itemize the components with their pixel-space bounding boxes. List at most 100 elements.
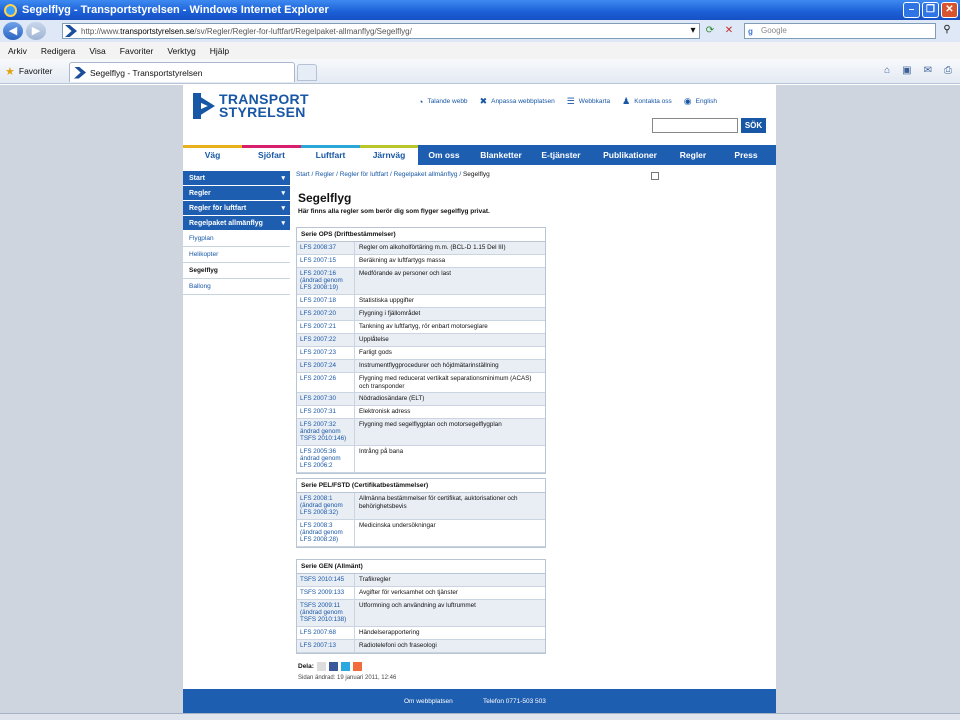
rule-code-link[interactable]: LFS 2007:24 bbox=[297, 360, 355, 372]
toplink-anpassa[interactable]: ✖ Anpassa webbplatsen bbox=[480, 96, 555, 107]
toplink-talande-webb[interactable]: ◔ Talande webb bbox=[418, 96, 468, 107]
rule-code-link[interactable]: LFS 2007:23 bbox=[297, 347, 355, 359]
table-row: LFS 2007:68 Händelserapportering bbox=[297, 627, 545, 640]
nav-blanketter[interactable]: Blanketter bbox=[470, 145, 532, 165]
nav-luftfart[interactable]: Luftfart bbox=[301, 145, 360, 165]
rule-code-link[interactable]: LFS 2008:1 (ändrad genom LFS 2008:32) bbox=[297, 493, 355, 519]
url-field[interactable]: http://www. transportstyrelsen.se/sv/Regl… bbox=[62, 23, 700, 39]
email-share-icon[interactable] bbox=[316, 662, 326, 671]
nav-vag[interactable]: Väg bbox=[183, 145, 242, 165]
menu-favoriter[interactable]: Favoriter bbox=[120, 46, 154, 56]
nav-publikationer[interactable]: Publikationer bbox=[590, 145, 670, 165]
dropdown-arrow-icon[interactable]: ▾ bbox=[686, 24, 700, 38]
rule-code-link[interactable]: LFS 2007:15 bbox=[297, 255, 355, 267]
nav-regler[interactable]: Regler bbox=[670, 145, 716, 165]
toplink-webbkarta[interactable]: ☰ Webbkarta bbox=[567, 96, 610, 107]
rule-code-link[interactable]: LFS 2007:30 bbox=[297, 393, 355, 405]
print-icon[interactable]: ⎙ bbox=[944, 65, 952, 76]
rule-code-link[interactable]: LFS 2007:21 bbox=[297, 321, 355, 333]
menu-redigera[interactable]: Redigera bbox=[41, 46, 76, 56]
rule-code-link[interactable]: LFS 2005:36 ändrad genom LFS 2006:2 bbox=[297, 446, 355, 472]
nav-sjofart[interactable]: Sjöfart bbox=[242, 145, 301, 165]
page-viewport: TRANSPORT STYRELSEN ◔ Talande webb ✖ Anpas… bbox=[0, 85, 960, 720]
rule-code-link[interactable]: LFS 2007:26 bbox=[297, 373, 355, 392]
facebook-icon[interactable] bbox=[328, 662, 338, 671]
crumb-regelpaket[interactable]: Regelpaket allmänflyg bbox=[394, 171, 458, 178]
nav-om-oss[interactable]: Om oss bbox=[418, 145, 470, 165]
rule-code-link[interactable]: LFS 2007:68 bbox=[297, 627, 355, 639]
favorites-star-icon[interactable]: ★ bbox=[5, 65, 15, 78]
menu-arkiv[interactable]: Arkiv bbox=[8, 46, 27, 56]
favorites-button[interactable]: Favoriter bbox=[19, 66, 53, 76]
search-icon[interactable]: ⚲ bbox=[940, 24, 954, 38]
site-logo[interactable]: TRANSPORT STYRELSEN bbox=[193, 92, 309, 120]
rule-description: Upplåtelse bbox=[359, 336, 389, 343]
new-tab-button[interactable] bbox=[297, 64, 317, 81]
top-links: ◔ Talande webb ✖ Anpassa webbplatsen ☰ Webb… bbox=[418, 96, 729, 107]
back-button[interactable]: ◀ bbox=[3, 22, 23, 40]
rule-code-link[interactable]: LFS 2007:31 bbox=[297, 406, 355, 418]
rule-code-link[interactable]: LFS 2007:18 bbox=[297, 295, 355, 307]
sidebar-item-flygplan[interactable]: Flygplan bbox=[183, 231, 290, 247]
rule-description: Intrång på bana bbox=[359, 448, 404, 455]
toplink-label: Kontakta oss bbox=[634, 98, 672, 105]
rule-code-link[interactable]: TSFS 2010:145 bbox=[297, 574, 355, 586]
table-row: LFS 2007:16 (ändrad genom LFS 2008:19) Me… bbox=[297, 268, 545, 295]
crumb-start[interactable]: Start bbox=[296, 171, 310, 178]
rule-code-link[interactable]: LFS 2007:16 (ändrad genom LFS 2008:19) bbox=[297, 268, 355, 294]
rule-code-link[interactable]: LFS 2007:20 bbox=[297, 308, 355, 320]
nav-e-tjanster[interactable]: E-tjänster bbox=[532, 145, 590, 165]
rule-description: Allmänna bestämmelser för certifikat, au… bbox=[359, 495, 518, 510]
refresh-icon[interactable]: ⟳ bbox=[703, 24, 717, 38]
url-prefix: http://www. bbox=[81, 26, 121, 36]
crumb-regler[interactable]: Regler bbox=[315, 171, 334, 178]
rule-code-link[interactable]: TSFS 2009:11 (ändrad genom TSFS 2010:138… bbox=[297, 600, 355, 626]
rule-code-link[interactable]: LFS 2007:22 bbox=[297, 334, 355, 346]
rule-description: Flygning med reducerat vertikalt separat… bbox=[359, 375, 532, 390]
menu-verktyg[interactable]: Verktyg bbox=[167, 46, 195, 56]
restore-button[interactable]: ❐ bbox=[922, 2, 939, 18]
toplink-english[interactable]: ◉ English bbox=[684, 96, 717, 107]
mail-icon[interactable]: ✉ bbox=[924, 65, 932, 76]
sidebar-item-regler-luftfart[interactable]: Regler för luftfart bbox=[183, 201, 290, 216]
rule-code-link[interactable]: LFS 2007:32 ändrad genom TSFS 2010:146) bbox=[297, 419, 355, 445]
menu-visa[interactable]: Visa bbox=[89, 46, 105, 56]
sidebar-item-regelpaket[interactable]: Regelpaket allmänflyg bbox=[183, 216, 290, 231]
rule-code-link[interactable]: TSFS 2009:133 bbox=[297, 587, 355, 599]
site-search-input[interactable] bbox=[652, 118, 738, 133]
browser-tab[interactable]: Segelflyg - Transportstyrelsen bbox=[69, 62, 295, 82]
sidebar-item-ballong[interactable]: Ballong bbox=[183, 279, 290, 295]
print-page-icon[interactable] bbox=[651, 172, 659, 180]
rule-description: Utformning och användning av luftrummet bbox=[359, 602, 476, 609]
table-row: LFS 2007:26 Flygning med reducerat vertik… bbox=[297, 373, 545, 393]
address-bar: ◀ ▶ http://www. transportstyrelsen.se/sv/… bbox=[0, 20, 960, 42]
home-icon[interactable]: ⌂ bbox=[884, 65, 890, 76]
rule-code-link[interactable]: LFS 2008:3 (ändrad genom LFS 2008:28) bbox=[297, 520, 355, 546]
sidebar-item-start[interactable]: Start bbox=[183, 171, 290, 186]
rule-code-link[interactable]: LFS 2007:13 bbox=[297, 640, 355, 652]
search-input[interactable]: g Google bbox=[744, 23, 936, 39]
close-button[interactable]: ✕ bbox=[941, 2, 958, 18]
footer-about-link[interactable]: Om webbplatsen bbox=[404, 698, 453, 705]
logo-line2: STYRELSEN bbox=[219, 104, 306, 120]
stop-icon[interactable]: ✕ bbox=[722, 24, 736, 38]
forward-button[interactable]: ▶ bbox=[26, 22, 46, 40]
rule-description: Medicinska undersökningar bbox=[359, 522, 436, 529]
toplink-kontakta[interactable]: ♟ Kontakta oss bbox=[622, 96, 672, 107]
feeds-icon[interactable]: ▣ bbox=[902, 65, 911, 76]
minimize-button[interactable]: – bbox=[903, 2, 920, 18]
sidebar-item-segelflyg[interactable]: Segelflyg bbox=[183, 263, 290, 279]
rule-description: Elektronisk adress bbox=[359, 408, 411, 415]
nav-jarnvag[interactable]: Järnväg bbox=[360, 145, 418, 165]
ie-logo-icon bbox=[4, 3, 17, 17]
nav-press[interactable]: Press bbox=[716, 145, 776, 165]
search-button[interactable]: SÖK bbox=[741, 118, 766, 133]
sidebar-item-helikopter[interactable]: Helikopter bbox=[183, 247, 290, 263]
twitter-icon[interactable] bbox=[340, 662, 350, 671]
rule-code-link[interactable]: LFS 2008:37 bbox=[297, 242, 355, 254]
sidebar-item-regler[interactable]: Regler bbox=[183, 186, 290, 201]
addthis-icon[interactable] bbox=[352, 662, 362, 671]
table-row: LFS 2008:3 (ändrad genom LFS 2008:28) Med… bbox=[297, 520, 545, 547]
crumb-regler-luftfart[interactable]: Regler för luftfart bbox=[340, 171, 388, 178]
menu-hjalp[interactable]: Hjälp bbox=[210, 46, 229, 56]
